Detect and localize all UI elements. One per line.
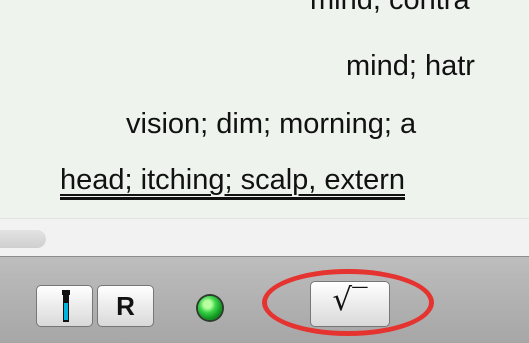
green-led-icon <box>198 296 222 320</box>
remedy-button[interactable] <box>36 285 93 327</box>
selected-rubric-line-head[interactable]: head; itching; scalp, extern <box>60 166 405 200</box>
repertory-r-button[interactable]: R <box>97 285 154 327</box>
square-root-icon: √‾ <box>332 282 368 318</box>
square-root-button[interactable]: √‾ <box>310 281 390 327</box>
rubric-line-vision[interactable]: vision; dim; morning; a <box>126 110 416 139</box>
horizontal-scrollbar[interactable] <box>0 218 529 257</box>
rubric-line-mind-hatr[interactable]: mind; hatr <box>346 52 475 81</box>
scrollbar-thumb[interactable] <box>0 230 46 248</box>
application-window: mind, contra mind; hatr vision; dim; mor… <box>0 0 529 343</box>
vial-icon <box>62 290 70 322</box>
rubric-line-mind-contra[interactable]: mind, contra <box>310 0 470 15</box>
bottom-toolbar: R √‾ <box>0 256 529 343</box>
rubric-content-pane: mind, contra mind; hatr vision; dim; mor… <box>0 0 529 218</box>
r-button-label: R <box>116 291 135 321</box>
